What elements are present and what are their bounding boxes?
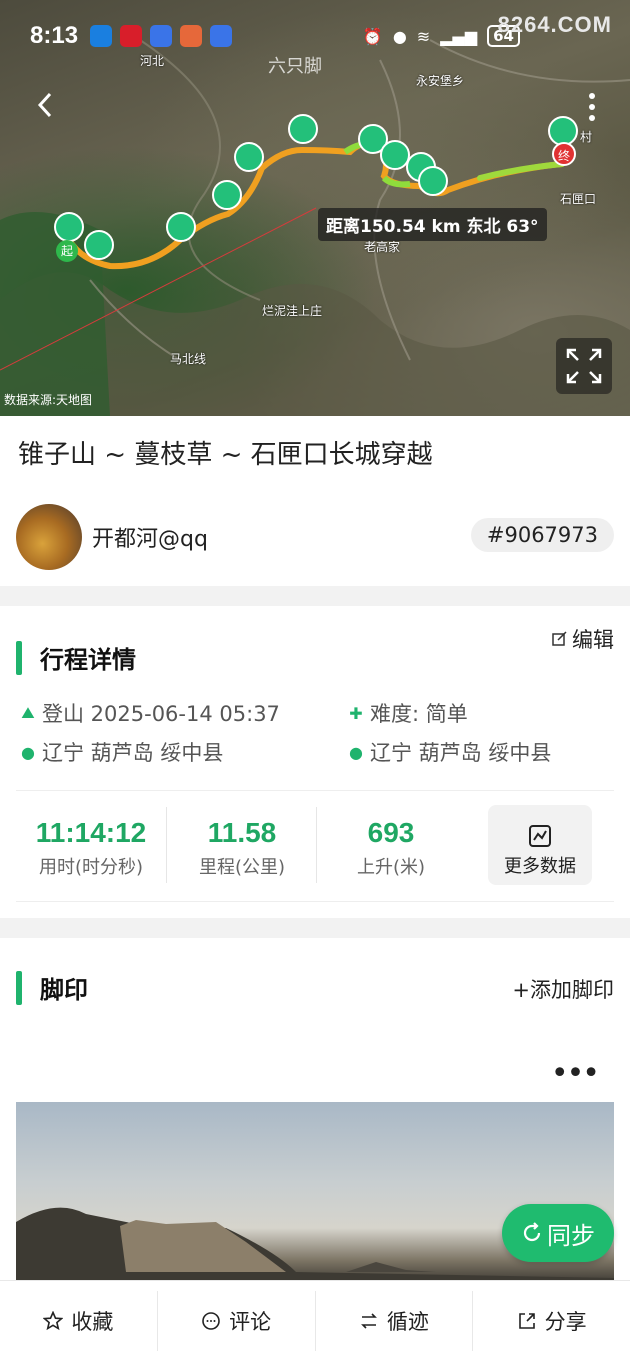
stat-label: 里程(公里) bbox=[198, 857, 286, 878]
stat-value: 11:14:12 bbox=[35, 817, 147, 848]
sync-label: 同步 bbox=[547, 1221, 595, 1250]
stat-value: 11.58 bbox=[207, 817, 277, 848]
start-location-text: 辽宁 葫芦岛 绥中县 bbox=[42, 741, 224, 765]
expand-icon bbox=[566, 348, 602, 384]
follow-track-button[interactable]: 循迹 bbox=[316, 1291, 474, 1351]
photo-marker[interactable] bbox=[54, 212, 84, 242]
stat-duration: 11:14:12 用时(时分秒) bbox=[16, 817, 166, 879]
photo-marker[interactable] bbox=[234, 142, 264, 172]
star-icon bbox=[43, 1311, 64, 1331]
back-arrow-icon bbox=[37, 92, 52, 118]
photo-marker[interactable] bbox=[212, 180, 242, 210]
signal-icon: ▂▄▆ bbox=[440, 26, 478, 46]
more-data-label: 更多数据 bbox=[504, 856, 576, 877]
share-icon bbox=[518, 1313, 535, 1329]
edit-label: 编辑 bbox=[572, 628, 614, 652]
photo-marker[interactable] bbox=[288, 114, 318, 144]
kebab-menu-icon bbox=[589, 93, 595, 121]
difficulty-info: ✚ 难度: 简单 bbox=[346, 698, 468, 728]
footprints-section-header: 脚印 bbox=[16, 970, 88, 1005]
avatar[interactable] bbox=[16, 504, 82, 570]
stat-label: 用时(时分秒) bbox=[38, 857, 144, 878]
section-divider bbox=[0, 918, 630, 938]
footprint-menu-button[interactable]: ••• bbox=[551, 1056, 600, 1091]
back-button[interactable] bbox=[32, 90, 64, 122]
activity-date-text: 登山 2025-06-14 05:37 bbox=[42, 702, 280, 726]
place-label: 石匣口 bbox=[560, 192, 597, 206]
edit-button[interactable]: 编辑 bbox=[552, 624, 614, 654]
sync-button[interactable]: 同步 bbox=[502, 1204, 614, 1262]
details-section-header: 行程详情 bbox=[16, 640, 136, 675]
section-divider bbox=[0, 586, 630, 606]
section-accent-bar bbox=[16, 640, 22, 675]
app-notification-icon bbox=[120, 25, 143, 47]
track-id-badge[interactable]: #9067973 bbox=[470, 518, 614, 552]
track-map[interactable]: 起 终 河北 永安堡乡 石匣口 老高家 烂泥洼上庄 马北线 村 8:13 ⏰ ●… bbox=[0, 0, 630, 416]
favorite-label: 收藏 bbox=[71, 1310, 114, 1334]
end-pin-icon: ● bbox=[349, 742, 363, 762]
stat-distance: 11.58 里程(公里) bbox=[167, 817, 317, 879]
brand-watermark: 六只脚 bbox=[268, 56, 322, 77]
end-location: ● 辽宁 葫芦岛 绥中县 bbox=[346, 737, 551, 767]
comment-icon bbox=[202, 1312, 220, 1330]
end-location-text: 辽宁 葫芦岛 绥中县 bbox=[370, 741, 552, 765]
place-label: 永安堡乡 bbox=[416, 74, 465, 88]
app-notification-icon bbox=[90, 25, 113, 47]
app-notification-icon bbox=[150, 25, 173, 47]
photo-marker[interactable] bbox=[418, 166, 448, 196]
place-label: 马北线 bbox=[170, 352, 207, 366]
stat-label: 上升(米) bbox=[356, 857, 426, 878]
follow-track-label: 循迹 bbox=[386, 1310, 429, 1334]
map-source-label: 数据来源:天地图 bbox=[4, 393, 93, 407]
alarm-icon: ⏰ bbox=[362, 26, 383, 46]
share-label: 分享 bbox=[544, 1310, 587, 1334]
photo-marker[interactable] bbox=[84, 230, 114, 260]
stat-ascent: 693 上升(米) bbox=[316, 817, 466, 879]
chart-icon bbox=[529, 825, 551, 847]
add-footprint-button[interactable]: +添加脚印 bbox=[512, 974, 614, 1004]
notification-icons bbox=[90, 25, 233, 47]
puzzle-icon: ✚ bbox=[349, 703, 363, 723]
favorite-button[interactable]: 收藏 bbox=[0, 1291, 158, 1351]
section-accent-bar bbox=[16, 970, 22, 1005]
edit-icon bbox=[552, 631, 567, 646]
status-time: 8:13 bbox=[30, 22, 79, 49]
difficulty-text: 难度: 简单 bbox=[370, 702, 468, 726]
wifi-icon: ≋ bbox=[416, 26, 431, 46]
author-name[interactable]: 开都河@qq bbox=[92, 521, 208, 553]
place-label: 烂泥洼上庄 bbox=[262, 304, 323, 318]
details-heading: 行程详情 bbox=[40, 646, 136, 674]
stats-panel: 11:14:12 用时(时分秒) 11.58 里程(公里) 693 上升(米) … bbox=[16, 790, 614, 902]
stat-value: 693 bbox=[367, 817, 415, 848]
location-icon: ● bbox=[392, 26, 407, 46]
author-row[interactable]: 开都河@qq bbox=[16, 504, 208, 570]
more-data-button[interactable]: 更多数据 bbox=[488, 805, 592, 885]
comment-button[interactable]: 评论 bbox=[158, 1291, 316, 1351]
route-icon bbox=[360, 1313, 377, 1329]
fullscreen-button[interactable] bbox=[556, 338, 612, 394]
watermark: 8264.COM bbox=[497, 12, 612, 37]
comment-label: 评论 bbox=[229, 1310, 272, 1334]
app-notification-icon bbox=[180, 25, 203, 47]
place-label: 村 bbox=[580, 130, 593, 144]
share-button[interactable]: 分享 bbox=[473, 1291, 630, 1351]
start-location: ● 辽宁 葫芦岛 绥中县 bbox=[18, 737, 223, 767]
distance-bearing-label: 距离150.54 km 东北 63° bbox=[318, 208, 547, 241]
app-notification-icon bbox=[210, 25, 233, 47]
activity-type-date: ⛰ 登山 2025-06-14 05:37 bbox=[18, 698, 280, 728]
sync-icon bbox=[523, 1222, 541, 1242]
start-marker: 起 bbox=[56, 240, 78, 262]
end-marker: 终 bbox=[552, 142, 576, 166]
bottom-action-bar: 收藏 评论 循迹 分享 bbox=[0, 1280, 630, 1360]
start-pin-icon: ● bbox=[21, 742, 35, 762]
photo-marker[interactable] bbox=[166, 212, 196, 242]
footprints-heading: 脚印 bbox=[40, 976, 88, 1004]
more-options-button[interactable] bbox=[582, 92, 602, 122]
mountain-icon: ⛰ bbox=[21, 703, 35, 722]
track-title: 锥子山 ~ 蔓枝草 ~ 石匣口长城穿越 bbox=[18, 440, 433, 470]
